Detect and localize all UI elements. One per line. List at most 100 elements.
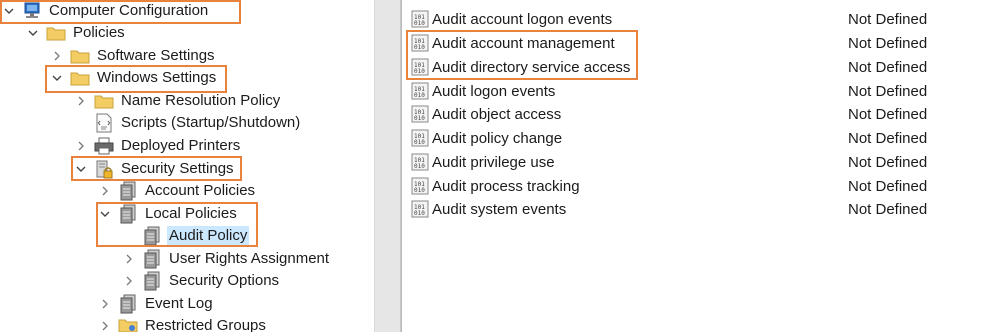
policy-name: Audit directory service access [432,58,631,76]
tree-label: Deployed Printers [121,137,241,154]
svg-text:010: 010 [414,68,425,75]
policy-setting-icon: 101 010 [410,33,430,53]
tree-node-name-resolution-policy[interactable]: Name Resolution Policy [74,90,282,112]
policy-setting-icon: 101 010 [410,81,430,101]
svg-text:010: 010 [414,20,425,27]
chevron-down-icon[interactable] [2,0,16,22]
security-lock-icon [94,159,114,179]
folder-icon [70,68,90,88]
list-item[interactable]: 101 010 Audit object access Not Defined [402,102,1001,126]
policy-setting-icon: 101 010 [410,9,430,29]
list-item[interactable]: 101 010 Audit privilege use Not Defined [402,150,1001,174]
chevron-right-icon[interactable] [122,270,136,292]
tree-node-software-settings[interactable]: Software Settings [50,45,217,67]
security-setting: Not Defined [848,153,928,171]
policy-setting-icon: 101 010 [410,152,430,172]
svg-text:010: 010 [414,44,425,51]
security-setting: Not Defined [848,82,928,100]
policy-name: Audit policy change [432,129,563,147]
svg-text:010: 010 [414,187,425,194]
chevron-down-icon[interactable] [98,203,112,225]
list-item[interactable]: 101 010 Audit process tracking Not Define… [402,174,1001,198]
security-setting: Not Defined [848,10,928,28]
svg-text:010: 010 [414,210,425,217]
policy-name: Audit process tracking [432,177,580,195]
tree-label: User Rights Assignment [169,250,330,267]
chevron-down-icon[interactable] [26,22,40,44]
folder-icon [94,91,114,111]
printer-icon [94,136,114,156]
svg-text:010: 010 [414,115,425,122]
list-item[interactable]: 101 010 Audit policy change Not Defined [402,126,1001,150]
tree-node-user-rights-assignment[interactable]: User Rights Assignment [122,248,331,270]
folder-icon [46,23,66,43]
computer-icon [22,1,42,21]
policy-setting-icon: 101 010 [410,57,430,77]
tree-node-audit-policy[interactable]: Audit Policy [122,225,250,247]
tree-label: Scripts (Startup/Shutdown) [121,114,301,131]
policy-name: Audit object access [432,105,562,123]
security-setting: Not Defined [848,200,928,218]
tree-node-deployed-printers[interactable]: Deployed Printers [74,135,242,157]
security-setting: Not Defined [848,105,928,123]
chevron-right-icon[interactable] [98,180,112,202]
chevron-right-icon[interactable] [98,315,112,332]
tree-node-policies[interactable]: Policies [26,22,127,44]
tree-node-restricted-groups[interactable]: Restricted Groups [98,315,268,332]
policy-setting-icon: 101 010 [410,128,430,148]
svg-text:010: 010 [414,139,425,146]
list-item[interactable]: 101 010 Audit account logon events Not De… [402,7,1001,31]
chevron-down-icon[interactable] [50,67,64,89]
list-item[interactable]: 101 010 Audit system events Not Defined [402,197,1001,221]
tree-label: Security Settings [121,160,234,177]
security-setting: Not Defined [848,129,928,147]
folder-icon [118,316,138,332]
tree-label: Windows Settings [97,69,217,86]
list-item[interactable]: 101 010 Audit directory service access No… [402,55,1001,79]
pane-splitter[interactable] [374,0,401,332]
list-item[interactable]: 101 010 Audit logon events Not Defined [402,79,1001,103]
chevron-right-icon[interactable] [98,293,112,315]
tree-label: Computer Configuration [49,2,209,19]
group-policy-editor-window: Computer Configuration Policies Software… [0,0,1001,332]
tree-label: Name Resolution Policy [121,92,281,109]
chevron-right-icon[interactable] [50,45,64,67]
list-item[interactable]: 101 010 Audit account management Not Defi… [402,31,1001,55]
tree-node-scripts[interactable]: Scripts (Startup/Shutdown) [74,112,302,134]
security-setting: Not Defined [848,34,928,52]
folder-icon [70,46,90,66]
policy-book-icon [118,204,138,224]
tree-label: Account Policies [145,182,256,199]
chevron-right-icon[interactable] [74,90,88,112]
policy-setting-icon: 101 010 [410,176,430,196]
tree-node-security-settings[interactable]: Security Settings [74,158,236,180]
chevron-down-icon[interactable] [74,158,88,180]
chevron-right-icon[interactable] [74,135,88,157]
tree-node-local-policies[interactable]: Local Policies [98,203,239,225]
tree-label: Software Settings [97,47,215,64]
tree-node-security-options[interactable]: Security Options [122,270,281,292]
svg-text:010: 010 [414,163,425,170]
svg-text:010: 010 [414,92,425,99]
security-setting: Not Defined [848,58,928,76]
policy-setting-icon: 101 010 [410,199,430,219]
chevron-right-icon[interactable] [122,248,136,270]
policy-setting-icon: 101 010 [410,104,430,124]
tree-node-computer-configuration[interactable]: Computer Configuration [2,0,210,22]
tree-label: Audit Policy [167,226,250,246]
policy-name: Audit system events [432,200,567,218]
policy-book-icon [142,249,162,269]
tree-node-windows-settings[interactable]: Windows Settings [50,67,218,89]
policy-name: Audit account logon events [432,10,613,28]
policy-name: Audit account management [432,34,615,52]
tree-node-account-policies[interactable]: Account Policies [98,180,257,202]
policy-list: 101 010 Audit account logon events Not De… [401,0,1001,332]
tree-label: Restricted Groups [145,317,266,332]
policy-book-icon [142,271,162,291]
policy-name: Audit logon events [432,82,556,100]
script-document-icon [94,113,114,133]
policy-book-icon [118,181,138,201]
policy-name: Audit privilege use [432,153,555,171]
tree-label: Local Policies [145,205,237,222]
tree-node-event-log[interactable]: Event Log [98,293,215,315]
